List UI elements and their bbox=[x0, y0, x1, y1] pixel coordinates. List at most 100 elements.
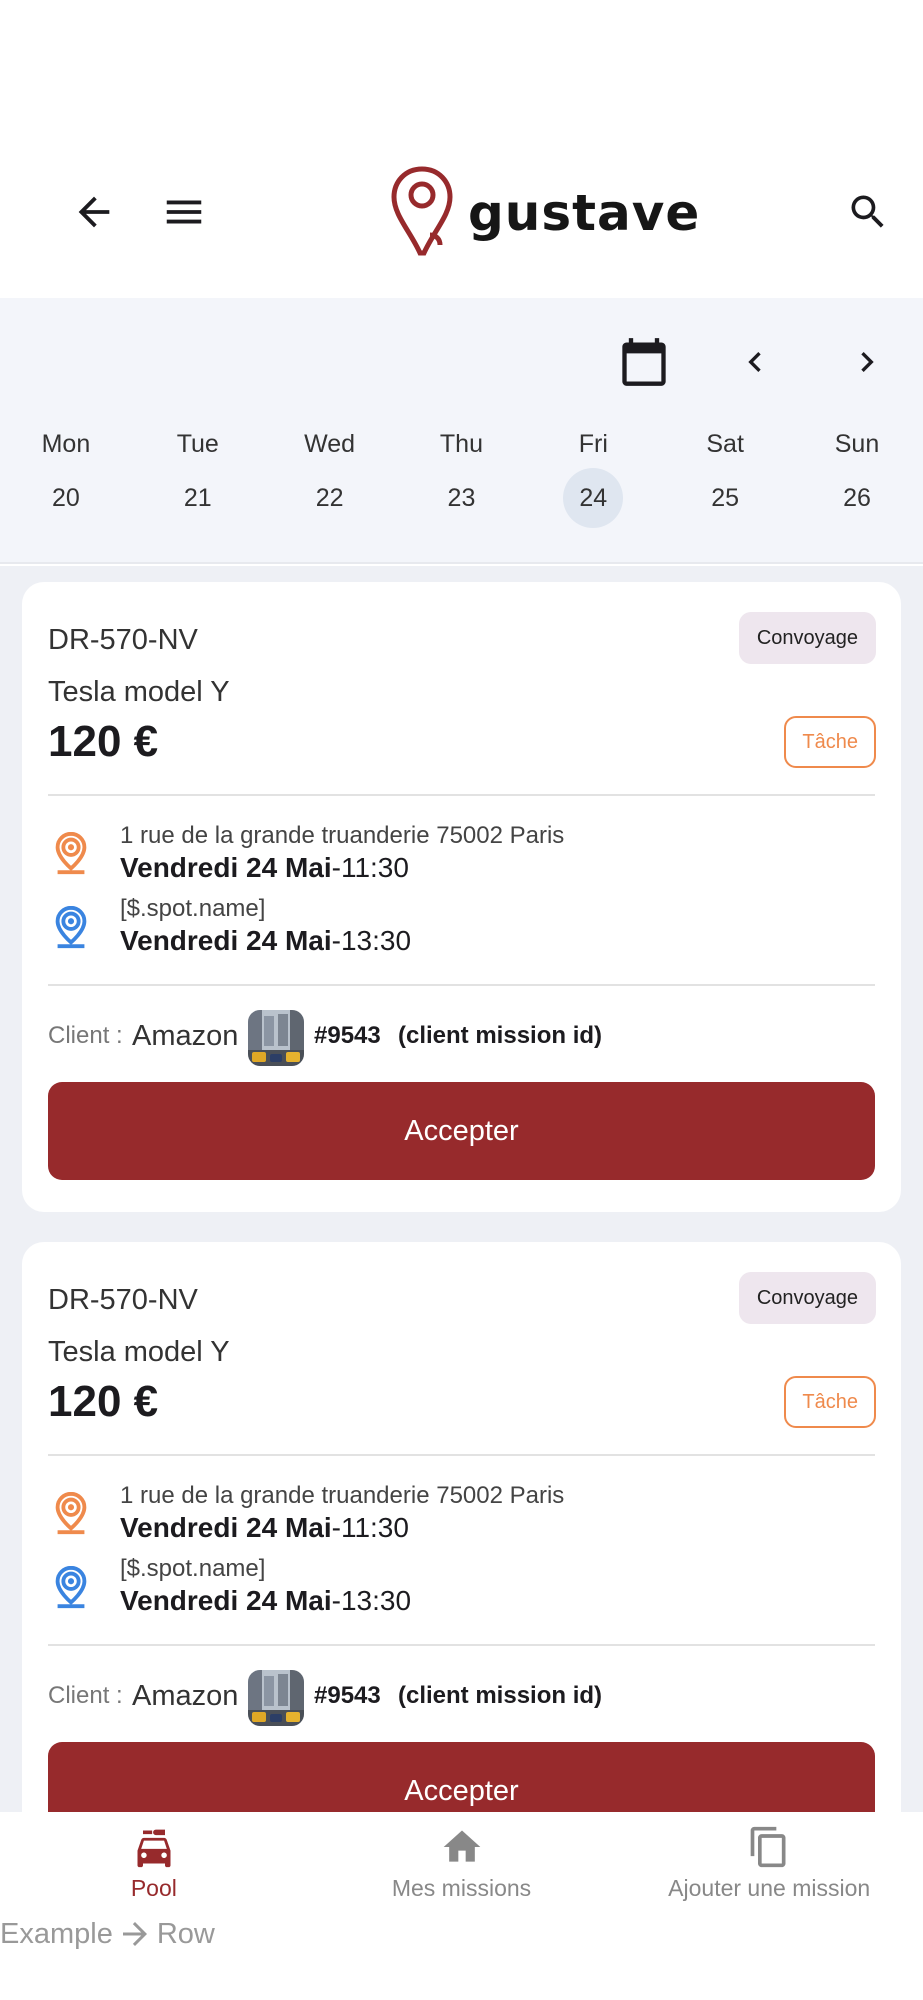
vehicle-model: Tesla model Y bbox=[48, 676, 230, 708]
task-badge: Tâche bbox=[784, 716, 876, 768]
example-label: Example bbox=[0, 1917, 113, 1950]
divider bbox=[48, 1454, 875, 1456]
mission-type-badge: Convoyage bbox=[738, 1272, 876, 1324]
mission-id: #9543 bbox=[314, 1682, 381, 1709]
mission-price: 120 € bbox=[48, 1377, 159, 1426]
row-label: Row bbox=[156, 1917, 215, 1950]
day-wed[interactable]: Wed 22 bbox=[264, 420, 396, 528]
dropoff-datetime: Vendredi 24 Mai-13:30 bbox=[120, 1585, 411, 1617]
day-thu[interactable]: Thu 23 bbox=[396, 420, 528, 528]
client-mission-id-label: (client mission id) bbox=[398, 1022, 603, 1049]
mission-card[interactable]: DR-570-NV Convoyage Tesla model Y 120 € … bbox=[22, 1242, 901, 1812]
client-label: Client : bbox=[48, 1022, 123, 1049]
client-avatar bbox=[248, 1010, 304, 1066]
dropoff-address: [$.spot.name] bbox=[120, 895, 266, 922]
copy-icon bbox=[750, 1826, 786, 1867]
chevron-right-icon bbox=[861, 352, 874, 372]
gustave-logo: gustave bbox=[390, 165, 700, 261]
divider bbox=[48, 1644, 875, 1646]
mission-id: #9543 bbox=[314, 1022, 381, 1049]
day-name: Fri bbox=[578, 430, 608, 458]
mission-list[interactable]: DR-570-NV Convoyage Tesla model Y 120 € … bbox=[0, 566, 923, 1812]
car-icon bbox=[137, 1829, 171, 1867]
logo-text: gustave bbox=[468, 184, 701, 242]
nav-label-pool: Pool bbox=[130, 1874, 177, 1901]
day-number-selected: 24 bbox=[563, 468, 624, 528]
day-mon[interactable]: Mon 20 bbox=[0, 420, 132, 528]
day-number: 26 bbox=[843, 484, 871, 512]
pickup-pin-icon bbox=[55, 1491, 87, 1535]
calendar-picker-button[interactable] bbox=[614, 332, 674, 392]
dropoff-address: [$.spot.name] bbox=[120, 1555, 266, 1582]
client-label: Client : bbox=[48, 1682, 123, 1709]
previous-week-button[interactable] bbox=[730, 332, 780, 392]
dropoff-date: Vendredi 24 Mai bbox=[120, 925, 332, 956]
day-number: 23 bbox=[447, 484, 476, 512]
search-button[interactable] bbox=[836, 180, 900, 244]
vehicle-model: Tesla model Y bbox=[48, 1336, 230, 1368]
day-name: Thu bbox=[439, 430, 483, 458]
task-badge: Tâche bbox=[784, 1376, 876, 1428]
day-number: 25 bbox=[711, 484, 740, 512]
back-button[interactable] bbox=[62, 180, 126, 244]
dropoff-pin-icon bbox=[55, 905, 87, 949]
accept-button[interactable]: Accepter bbox=[48, 1082, 875, 1180]
dropoff-date: Vendredi 24 Mai bbox=[120, 1585, 332, 1616]
pickup-address: 1 rue de la grande truanderie 75002 Pari… bbox=[120, 822, 565, 849]
mission-price: 120 € bbox=[48, 717, 159, 766]
dropoff-time: -13:30 bbox=[331, 925, 412, 956]
calendar-icon bbox=[622, 338, 666, 386]
hamburger-menu-icon bbox=[166, 200, 202, 224]
home-icon bbox=[443, 1830, 480, 1862]
dropoff-pin-icon bbox=[55, 1565, 87, 1609]
day-name: Mon bbox=[41, 430, 91, 458]
client-mission-id-label: (client mission id) bbox=[398, 1682, 603, 1709]
arrow-left-icon bbox=[78, 196, 110, 228]
pickup-datetime: Vendredi 24 Mai-11:30 bbox=[120, 1512, 409, 1544]
bottom-navigation: Pool Mes missions Ajouter une mission bbox=[0, 1812, 923, 1912]
arrow-right-icon bbox=[122, 1922, 147, 1946]
dropoff-datetime: Vendredi 24 Mai-13:30 bbox=[120, 925, 411, 957]
nav-label-mes-missions: Mes missions bbox=[391, 1874, 532, 1901]
pickup-date: Vendredi 24 Mai bbox=[120, 1512, 332, 1543]
license-plate: DR-570-NV bbox=[48, 624, 198, 656]
pickup-date: Vendredi 24 Mai bbox=[120, 852, 332, 883]
app-header: gustave bbox=[0, 0, 923, 298]
city-street-thumbnail-icon bbox=[248, 1670, 304, 1726]
day-fri[interactable]: Fri 24 bbox=[527, 420, 659, 528]
location-pin-logo-icon bbox=[391, 166, 453, 256]
pickup-address: 1 rue de la grande truanderie 75002 Pari… bbox=[120, 1482, 565, 1509]
client-name: Amazon bbox=[132, 1020, 239, 1052]
day-number: 20 bbox=[52, 484, 80, 512]
nav-mes-missions[interactable]: Mes missions bbox=[308, 1812, 616, 1912]
example-row: Example Row bbox=[0, 1914, 215, 1954]
day-name: Wed bbox=[304, 430, 356, 458]
day-row: Mon 20 Tue 21 Wed 22 Thu 23 Fri 24 Sat 2… bbox=[0, 420, 923, 528]
pickup-pin-icon bbox=[55, 831, 87, 875]
accept-button[interactable]: Accepter bbox=[48, 1742, 875, 1812]
day-sat[interactable]: Sat 25 bbox=[659, 420, 791, 528]
search-icon bbox=[851, 195, 884, 228]
dropoff-time: -13:30 bbox=[331, 1585, 412, 1616]
next-week-button[interactable] bbox=[842, 332, 892, 392]
pickup-time: -11:30 bbox=[331, 1512, 409, 1543]
day-name: Tue bbox=[176, 430, 219, 458]
day-name: Sun bbox=[834, 430, 880, 458]
nav-ajouter-mission[interactable]: Ajouter une mission bbox=[615, 1812, 923, 1912]
pickup-datetime: Vendredi 24 Mai-11:30 bbox=[120, 852, 409, 884]
chevron-left-icon bbox=[748, 352, 761, 372]
day-tue[interactable]: Tue 21 bbox=[132, 420, 264, 528]
menu-button[interactable] bbox=[152, 180, 216, 244]
mission-card[interactable]: DR-570-NV Convoyage Tesla model Y 120 € … bbox=[22, 582, 901, 1212]
day-sun[interactable]: Sun 26 bbox=[791, 420, 923, 528]
pickup-time: -11:30 bbox=[331, 852, 409, 883]
divider bbox=[48, 794, 875, 796]
day-number: 21 bbox=[183, 484, 212, 512]
divider bbox=[48, 984, 875, 986]
day-name: Sat bbox=[706, 430, 744, 458]
nav-pool[interactable]: Pool bbox=[0, 1812, 308, 1912]
client-name: Amazon bbox=[132, 1680, 239, 1712]
license-plate: DR-570-NV bbox=[48, 1284, 198, 1316]
client-avatar bbox=[248, 1670, 304, 1726]
day-number: 22 bbox=[315, 484, 344, 512]
